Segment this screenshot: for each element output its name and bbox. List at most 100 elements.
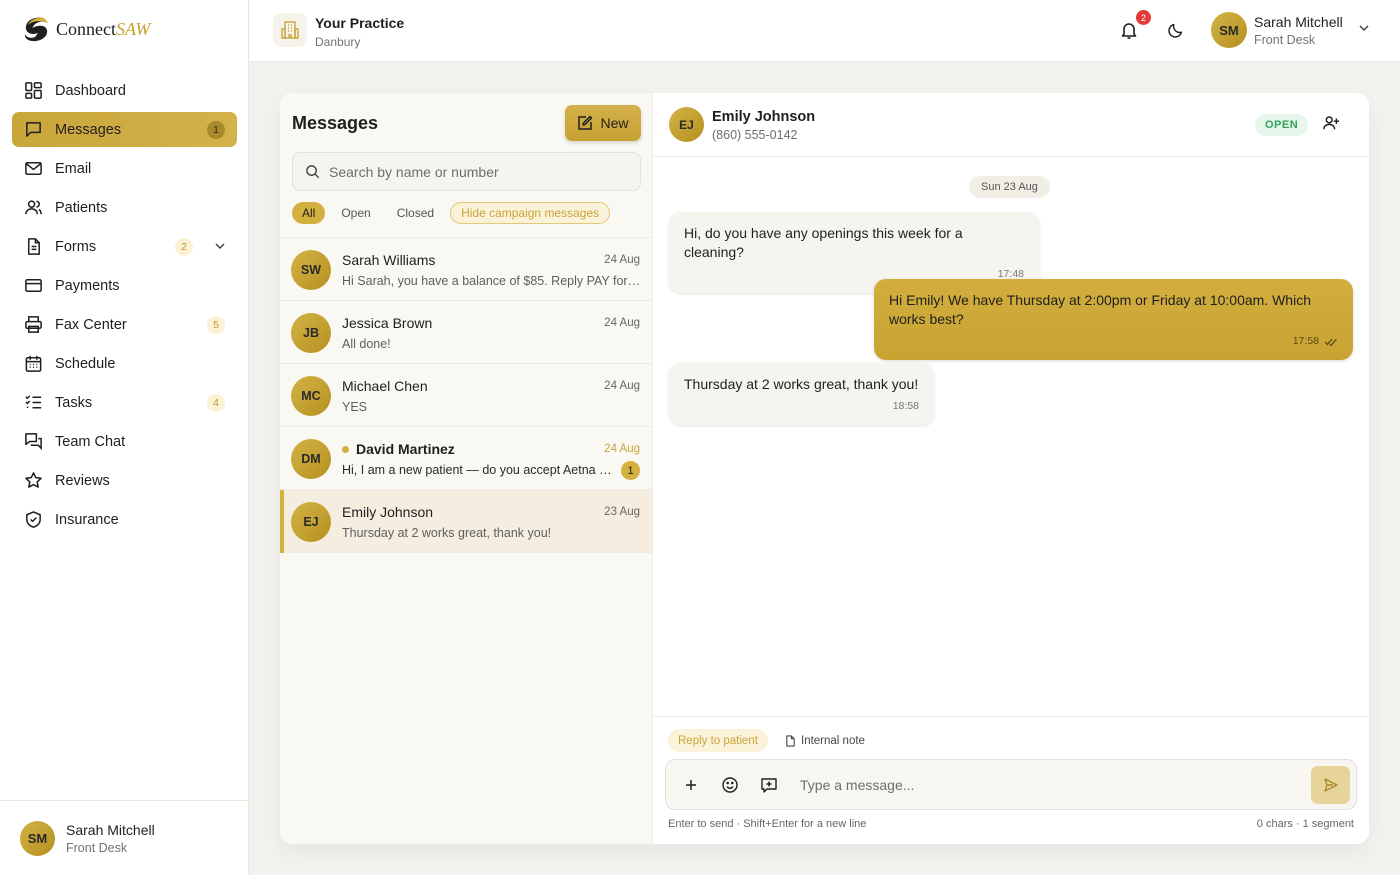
message-preview: Hi Sarah, you have a balance of $85. Rep… xyxy=(342,274,641,288)
contact-name: Emily Johnson xyxy=(342,504,434,520)
message-preview: Thursday at 2 works great, thank you! xyxy=(342,526,552,540)
chevron-down-icon xyxy=(1357,21,1371,40)
nav-item-tasks[interactable]: Tasks 4 xyxy=(12,385,237,420)
conversation-list-pane: Messages New All Open Closed Hide campai… xyxy=(280,93,653,844)
message-preview: All done! xyxy=(342,337,391,351)
nav-item-insurance[interactable]: Insurance xyxy=(12,502,237,537)
messages-panel: Messages New All Open Closed Hide campai… xyxy=(280,93,1369,844)
user-name: Sarah Mitchell xyxy=(66,821,155,838)
conversation-list: SW Sarah Williams 24 Aug Hi Sarah, you h… xyxy=(280,237,652,553)
sidebar-user[interactable]: SM Sarah Mitchell Front Desk xyxy=(0,800,249,875)
nav-item-label: Tasks xyxy=(55,394,93,411)
mail-icon xyxy=(23,159,43,179)
tab-reply-to-patient[interactable]: Reply to patient xyxy=(668,729,768,752)
filter-open[interactable]: Open xyxy=(331,202,380,224)
message-input-box xyxy=(665,759,1357,810)
composer-hint: Enter to send · Shift+Enter for a new li… xyxy=(668,818,867,830)
new-button-label: New xyxy=(600,115,629,131)
contact-name: Jessica Brown xyxy=(342,315,433,331)
star-icon xyxy=(23,471,43,491)
message-time: 18:58 xyxy=(892,400,919,412)
nav-item-label: Reviews xyxy=(55,472,110,489)
practice-switcher[interactable]: Your Practice Danbury xyxy=(315,15,404,49)
logo-icon xyxy=(22,14,52,44)
search-input[interactable] xyxy=(329,163,629,180)
user-menu[interactable]: SM Sarah Mitchell Front Desk xyxy=(1211,12,1371,48)
user-role: Front Desk xyxy=(66,840,128,855)
nav-badge: 1 xyxy=(207,121,225,139)
list-item[interactable]: EJ Emily Johnson 23 Aug Thursday at 2 wo… xyxy=(280,490,652,553)
message-meta: 17:58 xyxy=(889,332,1338,351)
template-icon[interactable] xyxy=(760,776,778,794)
double-check-icon xyxy=(1324,338,1337,346)
plus-icon[interactable] xyxy=(682,776,700,794)
assign-user-icon[interactable] xyxy=(1322,114,1344,136)
emoji-icon[interactable] xyxy=(721,776,739,794)
status-badge[interactable]: OPEN xyxy=(1255,114,1309,136)
chat-icon xyxy=(23,432,43,452)
conversation-date: 24 Aug xyxy=(604,380,640,392)
message-preview: YES xyxy=(342,400,368,414)
user-role: Front Desk xyxy=(1254,32,1316,47)
calendar-icon xyxy=(23,354,43,374)
list-icon xyxy=(23,393,43,413)
internal-note-label: Internal note xyxy=(801,734,865,747)
nav-item-messages[interactable]: Messages 1 xyxy=(12,112,237,147)
outgoing-message: Hi Emily! We have Thursday at 2:00pm or … xyxy=(874,279,1353,360)
nav-item-email[interactable]: Email xyxy=(12,151,237,186)
date-divider: Sun 23 Aug xyxy=(969,176,1050,198)
unread-count-badge: 1 xyxy=(621,461,640,480)
nav-item-dashboard[interactable]: Dashboard xyxy=(12,73,237,108)
contact-name: Sarah Williams xyxy=(342,252,436,268)
list-item[interactable]: DM David Martinez 24 Aug Hi, I am a new … xyxy=(280,427,652,490)
brand-logo[interactable]: ConnectSAW xyxy=(22,14,150,44)
nav-badge: 2 xyxy=(175,238,193,256)
page-title: Messages xyxy=(292,113,379,133)
nav-item-reviews[interactable]: Reviews xyxy=(12,463,237,498)
practice-name: Your Practice xyxy=(315,15,405,31)
conversation-view: EJ Emily Johnson (860) 555-0142 OPEN Sun… xyxy=(653,93,1369,844)
printer-icon xyxy=(23,315,43,335)
list-item[interactable]: SW Sarah Williams 24 Aug Hi Sarah, you h… xyxy=(280,238,652,301)
nav-item-label: Fax Center xyxy=(55,316,127,333)
avatar: DM xyxy=(291,439,331,479)
users-icon xyxy=(23,198,43,218)
hide-campaign-toggle[interactable]: Hide campaign messages xyxy=(450,202,611,224)
avatar: SM xyxy=(20,820,55,856)
filter-closed[interactable]: Closed xyxy=(387,202,444,224)
conversation-date: 24 Aug xyxy=(604,317,640,329)
contact-name: Emily Johnson xyxy=(712,109,816,125)
new-message-button[interactable]: New xyxy=(565,105,641,141)
send-icon xyxy=(1323,778,1338,792)
nav-item-payments[interactable]: Payments xyxy=(12,268,237,303)
unread-dot xyxy=(342,445,349,453)
filter-all[interactable]: All xyxy=(292,202,326,224)
list-item[interactable]: MC Michael Chen 24 Aug YES xyxy=(280,364,652,427)
file-icon xyxy=(23,237,43,257)
moon-icon[interactable] xyxy=(1167,21,1187,41)
conversation-header: EJ Emily Johnson (860) 555-0142 OPEN xyxy=(653,93,1369,157)
nav-item-label: Payments xyxy=(55,277,120,294)
message-text: Thursday at 2 works great, thank you! xyxy=(684,376,919,392)
tab-internal-note[interactable]: Internal note xyxy=(785,729,865,752)
nav-item-forms[interactable]: Forms 2 xyxy=(12,229,237,264)
conversation-date: 23 Aug xyxy=(604,506,640,518)
send-button[interactable] xyxy=(1311,766,1350,804)
nav-item-label: Insurance xyxy=(55,511,119,528)
message-text: Hi Emily! We have Thursday at 2:00pm or … xyxy=(889,292,1311,327)
nav-item-fax-center[interactable]: Fax Center 5 xyxy=(12,307,237,342)
note-icon xyxy=(786,734,795,747)
bell-icon[interactable] xyxy=(1119,20,1141,42)
message-input[interactable] xyxy=(800,773,1300,797)
nav-item-schedule[interactable]: Schedule xyxy=(12,346,237,381)
dashboard-icon xyxy=(23,81,43,101)
message-icon xyxy=(23,120,43,140)
list-item[interactable]: JB Jessica Brown 24 Aug All done! xyxy=(280,301,652,364)
chevron-down-icon[interactable] xyxy=(213,239,227,257)
character-counter: 0 chars · 1 segment xyxy=(1256,818,1354,830)
nav-item-label: Patients xyxy=(55,199,108,216)
avatar: JB xyxy=(291,313,331,353)
nav-badge: 5 xyxy=(207,316,225,334)
nav-item-team-chat[interactable]: Team Chat xyxy=(12,424,237,459)
nav-item-patients[interactable]: Patients xyxy=(12,190,237,225)
